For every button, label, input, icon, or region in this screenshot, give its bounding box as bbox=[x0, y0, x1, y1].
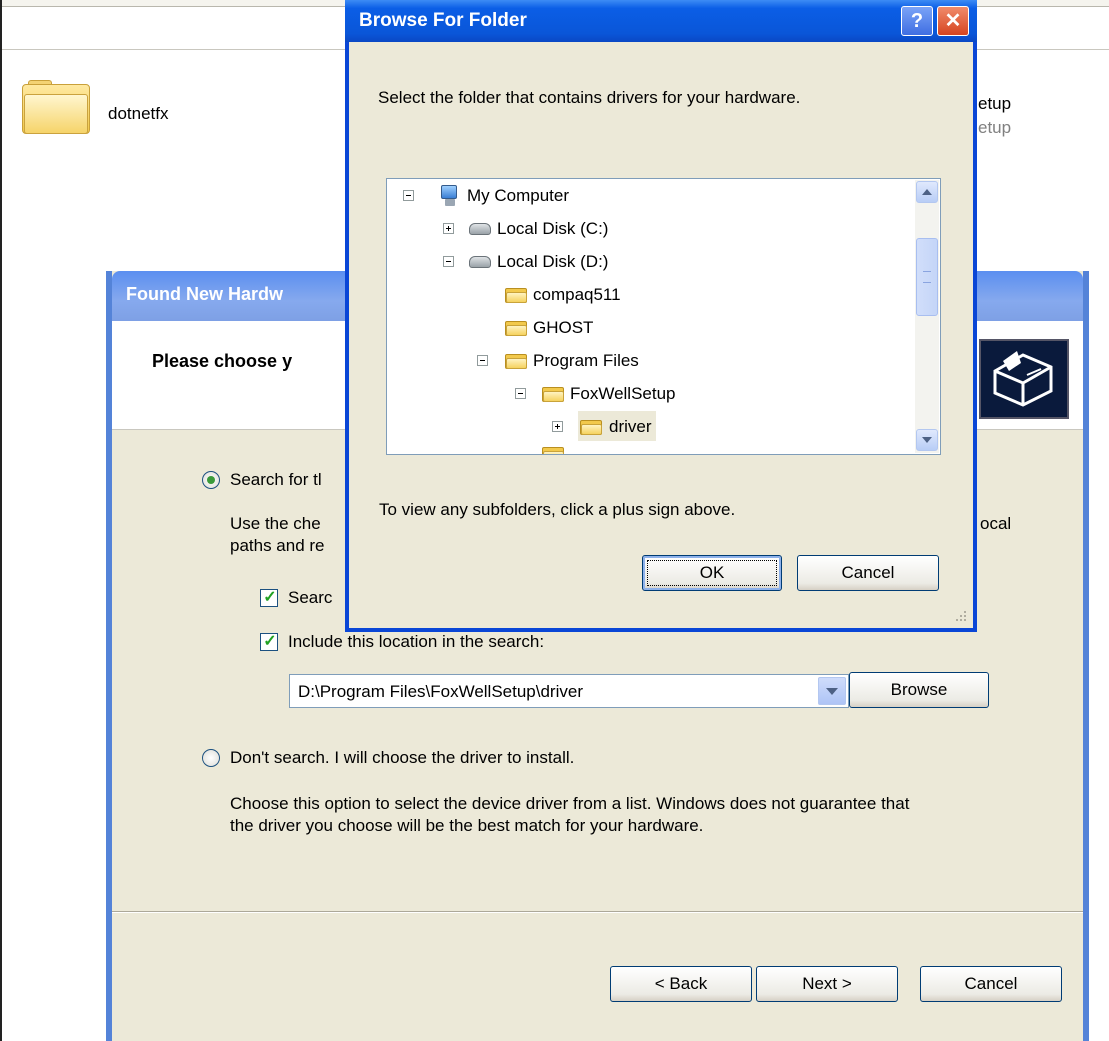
tree-item-foxwellsetup[interactable]: FoxWellSetup bbox=[387, 379, 907, 409]
tree-item-label: Local Disk (D:) bbox=[497, 252, 609, 271]
search-description-tail: ocal bbox=[980, 514, 1012, 533]
help-icon[interactable]: ? bbox=[901, 6, 933, 36]
hardware-wizard-icon bbox=[979, 339, 1069, 419]
collapse-icon[interactable] bbox=[477, 355, 488, 366]
folder-icon[interactable] bbox=[22, 80, 90, 134]
close-icon[interactable]: ✕ bbox=[937, 6, 969, 36]
browse-button[interactable]: Browse bbox=[849, 672, 989, 708]
tree-item-label: FoxWellSetup bbox=[570, 384, 676, 403]
dont-search-description-line2: the driver you choose will be the best m… bbox=[230, 816, 704, 835]
checkbox-include-location-label[interactable]: Include this location in the search: bbox=[288, 632, 544, 652]
folder-icon bbox=[542, 385, 564, 402]
resize-grip-icon[interactable] bbox=[953, 608, 967, 622]
wizard-cancel-button[interactable]: Cancel bbox=[920, 966, 1062, 1002]
dialog-hint: To view any subfolders, click a plus sig… bbox=[379, 500, 736, 519]
disk-icon bbox=[469, 256, 491, 268]
dialog-cancel-button[interactable]: Cancel bbox=[797, 555, 939, 591]
checkbox-include-location[interactable]: ✓ bbox=[260, 633, 278, 651]
location-combobox[interactable]: D:\Program Files\FoxWellSetup\driver bbox=[289, 674, 849, 708]
tree-item-label: driver bbox=[609, 417, 652, 436]
tree-item-local-disk-d[interactable]: Local Disk (D:) bbox=[387, 247, 907, 277]
file-item-label[interactable]: dotnetfx bbox=[108, 104, 169, 124]
tree-item-label: Program Files bbox=[533, 351, 639, 370]
tree-item-local-disk-c[interactable]: Local Disk (C:) bbox=[387, 214, 907, 244]
tree-item-driver[interactable]: driver bbox=[387, 412, 907, 442]
scroll-thumb[interactable] bbox=[916, 238, 938, 316]
disk-icon bbox=[469, 223, 491, 235]
collapse-icon[interactable] bbox=[515, 388, 526, 399]
tree-item-my-computer[interactable]: My Computer bbox=[387, 181, 907, 211]
tree-item-compaq511[interactable]: compaq511 bbox=[387, 280, 907, 310]
radio-search-best-driver[interactable] bbox=[202, 471, 220, 489]
folder-icon bbox=[580, 418, 602, 435]
tree-item-label: compaq511 bbox=[533, 285, 621, 304]
search-description-line1: Use the che bbox=[230, 514, 321, 533]
checkbox-search-removable-label[interactable]: Searc bbox=[288, 588, 332, 608]
expand-icon[interactable] bbox=[443, 223, 454, 234]
radio-dont-search[interactable] bbox=[202, 749, 220, 767]
folder-icon bbox=[505, 286, 527, 303]
dialog-titlebar[interactable]: Browse For Folder ? ✕ bbox=[345, 0, 977, 42]
checkmark-icon: ✓ bbox=[263, 589, 277, 606]
checkbox-search-removable[interactable]: ✓ bbox=[260, 589, 278, 607]
folder-icon bbox=[505, 352, 527, 369]
radio-search-label[interactable]: Search for tl bbox=[230, 470, 322, 490]
next-button[interactable]: Next > bbox=[756, 966, 898, 1002]
file-item-sublabel: etup bbox=[978, 118, 1012, 137]
folder-icon bbox=[542, 445, 564, 454]
tree-item-label: Local Disk (C:) bbox=[497, 219, 609, 238]
ok-button[interactable]: OK bbox=[642, 555, 782, 591]
chevron-down-icon[interactable] bbox=[818, 677, 846, 705]
explorer-left-border bbox=[0, 0, 2, 1041]
dialog-title: Browse For Folder bbox=[359, 10, 527, 31]
tree-item-program-files[interactable]: Program Files bbox=[387, 346, 907, 376]
tree-item-label: My Computer bbox=[467, 186, 570, 205]
wizard-title: Found New Hardw bbox=[126, 284, 283, 304]
wizard-footer-divider bbox=[112, 911, 1083, 913]
dont-search-description-line1: Choose this option to select the device … bbox=[230, 794, 910, 813]
collapse-icon[interactable] bbox=[403, 190, 414, 201]
tree-item-label: GHOST bbox=[533, 318, 594, 337]
location-value[interactable]: D:\Program Files\FoxWellSetup\driver bbox=[298, 682, 583, 702]
file-item-label[interactable]: etup bbox=[978, 94, 1011, 114]
wizard-header-title: Please choose y bbox=[152, 351, 293, 371]
scroll-up-icon[interactable] bbox=[916, 181, 938, 203]
browse-for-folder-dialog: Browse For Folder ? ✕ Select the folder … bbox=[345, 0, 977, 632]
dialog-instruction: Select the folder that contains drivers … bbox=[378, 88, 801, 107]
checkmark-icon: ✓ bbox=[263, 633, 277, 650]
tree-item-ghost[interactable]: GHOST bbox=[387, 313, 907, 343]
tree-scrollbar[interactable] bbox=[915, 180, 939, 453]
folder-icon bbox=[505, 319, 527, 336]
radio-dont-search-label[interactable]: Don't search. I will choose the driver t… bbox=[230, 748, 574, 768]
search-description-line2: paths and re bbox=[230, 536, 325, 555]
folder-tree[interactable]: My Computer Local Disk (C:) Local Disk (… bbox=[386, 178, 941, 455]
back-button[interactable]: < Back bbox=[610, 966, 752, 1002]
scroll-down-icon[interactable] bbox=[916, 429, 938, 451]
collapse-icon[interactable] bbox=[443, 256, 454, 267]
computer-icon bbox=[439, 185, 461, 207]
expand-icon[interactable] bbox=[552, 421, 563, 432]
focus-ring bbox=[647, 560, 777, 586]
